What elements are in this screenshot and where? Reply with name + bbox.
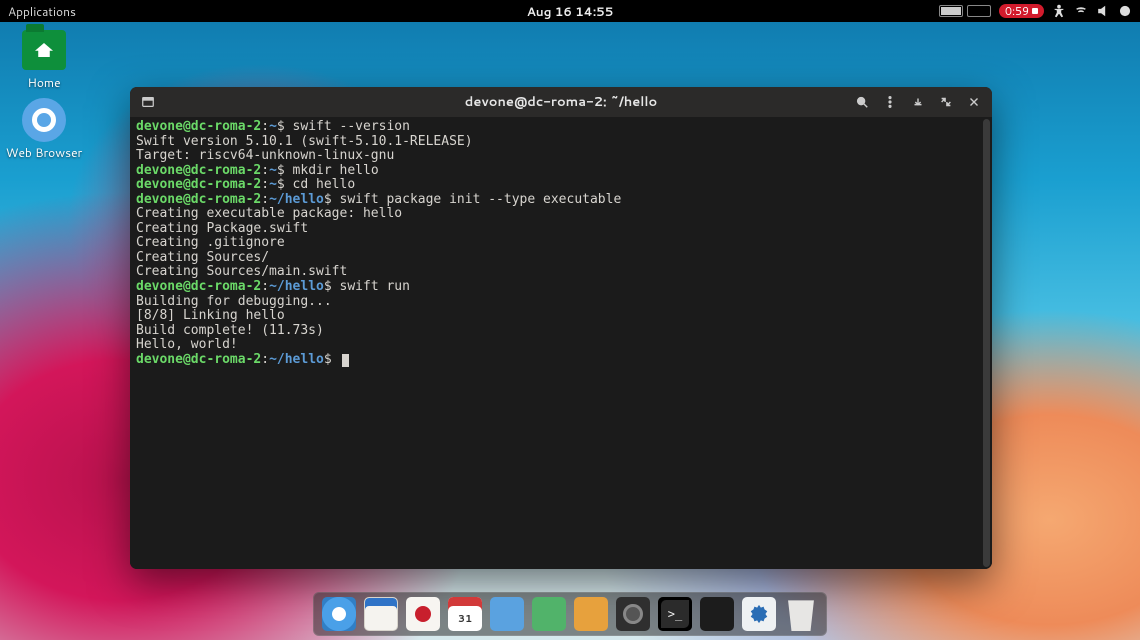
terminal-output-line: Creating .gitignore	[136, 236, 986, 251]
terminal-prompt-line: devone@dc-roma-2:~$ mkdir hello	[136, 164, 986, 179]
dock-terminal[interactable]: >_	[658, 597, 692, 631]
calendar-day: 31	[458, 612, 472, 626]
desktop-icon-label: Web Browser	[4, 144, 84, 161]
battery-indicators[interactable]	[939, 5, 991, 17]
timer-text: 0:59	[1005, 3, 1029, 19]
dock-impress[interactable]	[574, 597, 608, 631]
terminal-output-line: Creating executable package: hello	[136, 207, 986, 222]
new-tab-button[interactable]	[136, 90, 160, 114]
terminal-output-line: Creating Package.swift	[136, 222, 986, 237]
dock-settings[interactable]	[742, 597, 776, 631]
folder-icon	[22, 30, 66, 70]
window-titlebar[interactable]: devone@dc-roma-2: ~/hello	[130, 87, 992, 117]
menu-button[interactable]	[878, 90, 902, 114]
cursor	[342, 354, 349, 367]
terminal-output-line: Swift version 5.10.1 (swift-5.10.1-RELEA…	[136, 135, 986, 150]
clock[interactable]: Aug 16 14:55	[527, 3, 614, 20]
screen-record-timer[interactable]: 0:59	[999, 4, 1044, 18]
window-title: devone@dc-roma-2: ~/hello	[465, 93, 657, 111]
desktop-icon-home[interactable]: Home	[4, 30, 84, 91]
terminal-output-line: Creating Sources/	[136, 251, 986, 266]
terminal-body[interactable]: devone@dc-roma-2:~$ swift --versionSwift…	[130, 117, 992, 569]
desktop-icon-label: Home	[4, 74, 84, 91]
dock-monitor[interactable]	[700, 597, 734, 631]
terminal-prompt-line: devone@dc-roma-2:~$ cd hello	[136, 178, 986, 193]
scrollbar[interactable]	[983, 119, 990, 567]
maximize-button[interactable]	[934, 90, 958, 114]
top-bar: Applications Aug 16 14:55 0:59	[0, 0, 1140, 22]
dock-trash[interactable]	[784, 597, 818, 631]
battery-full-icon	[939, 5, 963, 17]
search-button[interactable]	[850, 90, 874, 114]
terminal-window: devone@dc-roma-2: ~/hello devone@dc-roma…	[130, 87, 992, 569]
terminal-output-line: Target: riscv64-unknown-linux-gnu	[136, 149, 986, 164]
terminal-prompt-line: devone@dc-roma-2:~/hello$ swift package …	[136, 193, 986, 208]
battery-empty-icon	[967, 5, 991, 17]
dock-chromium[interactable]	[322, 597, 356, 631]
power-icon[interactable]	[1118, 4, 1132, 18]
terminal-prompt-line: devone@dc-roma-2:~$ swift --version	[136, 120, 986, 135]
terminal-prompt-line: devone@dc-roma-2:~/hello$ swift run	[136, 280, 986, 295]
terminal-output-line: [8/8] Linking hello	[136, 309, 986, 324]
terminal-output-line: Building for debugging...	[136, 295, 986, 310]
terminal-output-line: Hello, world!	[136, 338, 986, 353]
network-icon[interactable]	[1074, 4, 1088, 18]
terminal-output-line: Creating Sources/main.swift	[136, 265, 986, 280]
desktop-icon-browser[interactable]: Web Browser	[4, 100, 84, 161]
dock-files[interactable]	[364, 597, 398, 631]
chromium-icon	[22, 100, 66, 140]
dock-writer[interactable]	[490, 597, 524, 631]
dock-screenrec[interactable]	[406, 597, 440, 631]
terminal-prompt-line: devone@dc-roma-2:~/hello$	[136, 353, 986, 368]
close-button[interactable]	[962, 90, 986, 114]
dock-calendar[interactable]: 31	[448, 597, 482, 631]
dock-photos[interactable]	[616, 597, 650, 631]
volume-icon[interactable]	[1096, 4, 1110, 18]
dock: 31 >_	[313, 592, 827, 636]
applications-menu[interactable]: Applications	[8, 3, 76, 20]
minimize-button[interactable]	[906, 90, 930, 114]
stop-record-icon	[1032, 8, 1038, 14]
accessibility-icon[interactable]	[1052, 4, 1066, 18]
terminal-output-line: Build complete! (11.73s)	[136, 324, 986, 339]
dock-calc[interactable]	[532, 597, 566, 631]
